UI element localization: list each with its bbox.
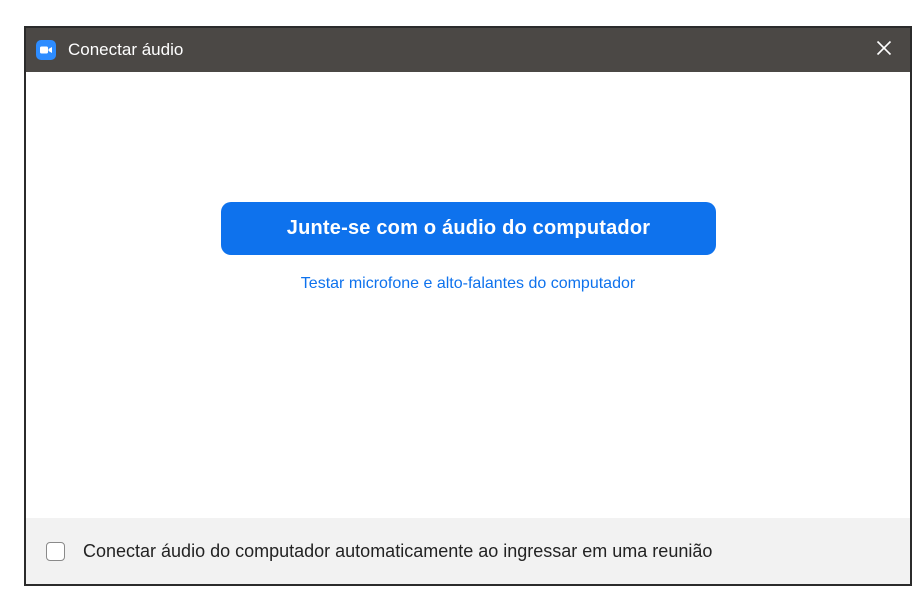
dialog-content: Junte-se com o áudio do computador Testa… [26,72,910,518]
auto-connect-audio-checkbox[interactable] [46,541,65,561]
close-button[interactable] [858,28,910,72]
zoom-camera-icon [36,40,56,60]
window-title: Conectar áudio [68,40,184,59]
join-computer-audio-button[interactable]: Junte-se com o áudio do computador [221,202,716,255]
auto-connect-audio-label[interactable]: Conectar áudio do computador automaticam… [83,541,712,562]
audio-dialog-window: Conectar áudio Junte-se com o áudio do c… [24,26,912,586]
title-bar[interactable]: Conectar áudio [26,28,910,72]
close-icon [876,40,892,61]
test-speaker-microphone-link[interactable]: Testar microfone e alto-falantes do comp… [26,275,910,293]
dialog-footer: Conectar áudio do computador automaticam… [26,518,910,584]
